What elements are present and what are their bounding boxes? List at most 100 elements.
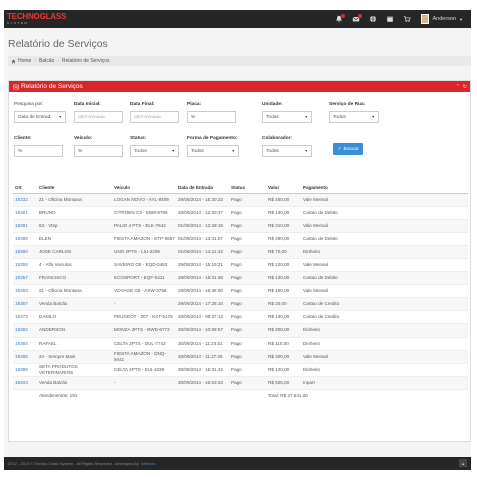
cell-data-entrada: 30/09/2014 - 16:53:43 <box>176 375 229 390</box>
cell-os[interactable]: 19382 <box>13 323 37 338</box>
cell-veiculo: UNO 2PTS - LIU-2206 <box>112 244 176 259</box>
cell-pagamento: Vale Mensal <box>301 349 468 364</box>
cart-button[interactable] <box>398 10 415 28</box>
breadcrumb-current: Relatório de Serviços <box>61 58 110 64</box>
cell-valor: R$ 120,00 <box>266 257 301 272</box>
veiculo-input[interactable]: % <box>74 145 123 157</box>
status-select[interactable]: Todos ▼ <box>130 145 179 157</box>
col-data-entrada[interactable]: Data de Entrada <box>176 182 229 194</box>
cell-status: Pago <box>229 362 266 377</box>
cell-valor: R$ 20,00 <box>266 297 301 311</box>
cell-os[interactable]: 19357 <box>13 271 37 285</box>
unidade-select[interactable]: Todas ▼ <box>262 111 312 123</box>
cell-status: Pago <box>229 349 266 364</box>
cell-os[interactable]: 18332 <box>13 192 37 207</box>
cell-pagamento: Cartao de Credito <box>301 297 468 311</box>
forma-pagamento-select[interactable]: Todos ▼ <box>187 145 239 157</box>
calendar-button[interactable] <box>381 10 398 28</box>
col-status[interactable]: Status <box>229 182 266 194</box>
col-cliente[interactable]: Cliente <box>37 182 112 194</box>
cell-os[interactable]: 19384 <box>13 336 37 351</box>
colaborador-select[interactable]: Todos ▼ <box>262 145 312 157</box>
table-row[interactable]: 18332 21 - Oficina Montana LOGAN NOVO - AY… <box>13 192 468 207</box>
servico-rua-select[interactable]: Todos ▼ <box>329 111 379 123</box>
cell-os[interactable]: 18388 <box>13 231 37 246</box>
results-table: OS Cliente Veículo Data de Entrada Statu… <box>13 182 468 403</box>
col-pagamento[interactable]: Pagamento <box>301 182 468 194</box>
data-inicial-label: Data Inicial: <box>74 102 101 107</box>
pesquisa-label: Pesquisa por: <box>14 102 44 107</box>
home-icon <box>11 59 16 63</box>
cell-os[interactable]: 19363 <box>13 284 37 298</box>
cell-os[interactable]: 19398 <box>13 362 37 377</box>
refresh-icon[interactable]: ↻ <box>463 84 467 90</box>
breadcrumb-balcao[interactable]: Balcão <box>39 58 54 64</box>
scroll-top-button[interactable]: ▲ <box>459 459 467 467</box>
cell-data-entrada: 30/09/2014 - 11:23:51 <box>176 336 229 351</box>
cell-cliente: 63 - Vtsp <box>37 218 112 233</box>
cell-os[interactable]: 19367 <box>13 297 37 311</box>
cell-data-entrada: 29/09/2014 - 15:19:21 <box>176 257 229 272</box>
chevron-up-icon: ▲ <box>461 460 465 466</box>
cell-pagamento: Cartao de Debito <box>301 271 468 285</box>
cell-os[interactable]: 18381 <box>13 218 37 233</box>
table-row[interactable]: 19398 SETA PRODUTOS VETERINARIOS CELTA 4PT… <box>13 362 468 377</box>
cell-cliente: ANDERSON <box>37 323 112 338</box>
unidade-label: Unidade: <box>262 102 283 107</box>
cell-os[interactable]: 19355 <box>13 257 37 272</box>
table-row[interactable]: 19357 FRANCISCO ECOSPORT - EQF-0411 29/09/2… <box>13 271 468 285</box>
cell-pagamento: Vale Mensal <box>301 257 468 272</box>
brand-line2: SYSTEM <box>7 21 29 25</box>
col-os[interactable]: OS <box>13 182 37 194</box>
cell-data-entrada: 01/09/2014 - 13:41:07 <box>176 231 229 246</box>
alerts-badge <box>341 14 346 18</box>
globe-button[interactable] <box>364 10 381 28</box>
table-row[interactable]: 19367 Venda Balcão -29/09/2014 - 17:25:10 P… <box>13 297 468 311</box>
globe-icon <box>369 15 377 23</box>
cell-status: Pago <box>229 244 266 259</box>
col-valor[interactable]: Valor <box>266 182 301 194</box>
cell-veiculo: ECOSPORT - EQF-0411 <box>112 271 176 285</box>
table-row[interactable]: 19384 RAFAEL CELTA 2PTS - DUL-7742 30/09/20… <box>13 336 468 351</box>
table-row[interactable]: 19385 24 - Sempre Mais FIESTA AMAZON - DNQ… <box>13 349 468 364</box>
buscar-button[interactable]: ✓ Buscar <box>333 143 363 155</box>
cell-status: Pago <box>229 284 266 298</box>
user-menu[interactable]: Anderson ▼ <box>415 10 471 28</box>
cliente-input[interactable]: % <box>14 145 63 157</box>
cell-veiculo: CITROEN C3 - EBM-8765 <box>112 205 176 220</box>
table-row[interactable]: 19373 DANILO PEUGEOT - 207 - KXT-5179 30/09… <box>13 310 468 324</box>
cell-veiculo: CELTA 4PTS - EUI-1039 <box>112 362 176 377</box>
cell-veiculo: CELTA 2PTS - DUL-7742 <box>112 336 176 351</box>
table-row[interactable]: 18361 BRUNO CITROEN C3 - EBM-8765 30/08/201… <box>13 205 468 220</box>
breadcrumb-home[interactable]: Home <box>18 58 31 64</box>
table-row[interactable]: 19382 ANDERSON MONZA 2PTS - BWD-6772 30/09/… <box>13 323 468 338</box>
table-row[interactable]: 19403 Venda Balcão -30/09/2014 - 16:53:43 P… <box>13 375 468 390</box>
data-final-input[interactable]: dd/mm/aaaa <box>130 111 179 123</box>
total-value: Total: R$ 37.631,00 <box>266 388 468 403</box>
cell-os[interactable]: 18361 <box>13 205 37 220</box>
cell-os[interactable]: 19403 <box>13 375 37 390</box>
messages-button[interactable] <box>347 10 364 28</box>
alerts-button[interactable] <box>330 10 347 28</box>
cell-data-entrada: 30/09/2014 - 08:37:13 <box>176 310 229 324</box>
data-final-label: Data Final: <box>130 102 155 107</box>
cell-status: Pago <box>229 297 266 311</box>
dropdown-arrow-icon: ▼ <box>304 115 308 119</box>
placa-input[interactable]: % <box>187 111 236 123</box>
data-inicial-input[interactable]: dd/mm/aaaa <box>74 111 123 123</box>
cell-os[interactable]: 19373 <box>13 310 37 324</box>
pesquisa-select[interactable]: Data de Entrad: ▼ <box>14 111 66 123</box>
col-veiculo[interactable]: Veículo <box>112 182 176 194</box>
table-row[interactable]: 18381 63 - Vtsp PALIO 4 PTS - ELK-7642 01/0… <box>13 218 468 233</box>
cell-os[interactable]: 18390 <box>13 244 37 259</box>
table-row[interactable]: 19355 4 - Alfa Veiculos SAVEIRO G5 - EQD-0… <box>13 257 468 272</box>
table-row[interactable]: 19363 21 - Oficina Montana VOYAGE G5 - AXW… <box>13 284 468 298</box>
footer-link[interactable]: Webrixx <box>141 461 155 466</box>
forma-pagamento-label: Forma de Pagamento: <box>187 136 238 141</box>
cell-data-entrada: 29/08/2014 - 15:20:23 <box>176 192 229 207</box>
brand-logo[interactable]: TECHNOGLASS SYSTEM <box>7 12 66 25</box>
table-row[interactable]: 18388 ELEN FIESTA AMAZON - ETP-0687 01/09/2… <box>13 231 468 246</box>
table-row[interactable]: 18390 JOSE CARLOS UNO 2PTS - LIU-2206 01/09… <box>13 244 468 259</box>
collapse-icon[interactable]: ⌃ <box>456 84 460 90</box>
cell-os[interactable]: 19385 <box>13 349 37 364</box>
